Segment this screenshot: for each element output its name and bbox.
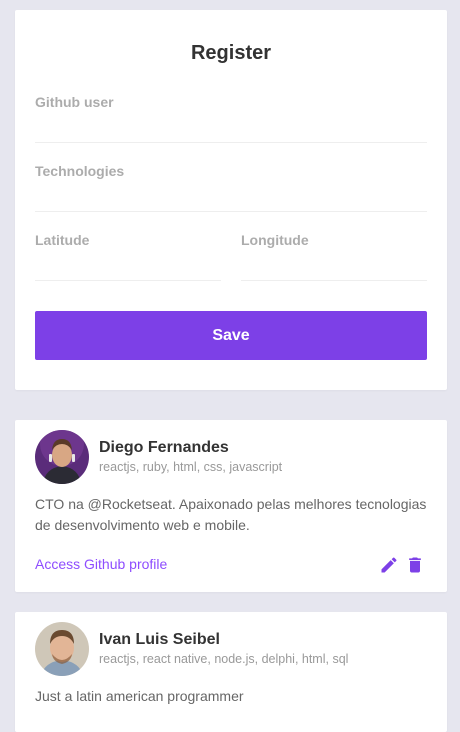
latitude-input[interactable] [35, 252, 221, 276]
dev-bio: CTO na @Rocketseat. Apaixonado pelas mel… [35, 496, 427, 533]
longitude-label: Longitude [241, 232, 309, 248]
github-user-input[interactable] [35, 114, 427, 138]
dev-techs: reactjs, ruby, html, css, javascript [99, 460, 283, 474]
dev-name: Diego Fernandes [99, 439, 229, 456]
register-card: Register Github user Technologies Latitu… [15, 10, 447, 390]
save-button[interactable]: Save [35, 311, 427, 360]
latitude-underline [35, 280, 221, 281]
github-user-underline [35, 142, 427, 143]
register-title: Register [190, 42, 272, 64]
dev-card: Diego Fernandes reactjs, ruby, html, css… [15, 420, 447, 592]
latitude-field[interactable]: Latitude [35, 232, 221, 282]
technologies-underline [35, 211, 427, 212]
github-profile-link[interactable]: Access Github profile [35, 556, 167, 572]
dev-bio: Just a latin american programmer [35, 688, 244, 704]
avatar [35, 430, 89, 484]
edit-icon[interactable] [379, 555, 399, 575]
longitude-input[interactable] [241, 252, 427, 276]
github-user-field[interactable]: Github user [35, 94, 427, 144]
dev-actions [379, 555, 425, 575]
longitude-underline [241, 280, 427, 281]
latitude-label: Latitude [35, 232, 90, 248]
dev-techs: reactjs, react native, node.js, delphi, … [99, 652, 349, 666]
longitude-field[interactable]: Longitude [241, 232, 427, 282]
technologies-field[interactable]: Technologies [35, 163, 427, 213]
dev-name: Ivan Luis Seibel [99, 631, 220, 648]
technologies-input[interactable] [35, 183, 427, 207]
trash-icon[interactable] [405, 555, 425, 575]
avatar [35, 622, 89, 676]
github-user-label: Github user [35, 94, 114, 110]
dev-card: Ivan Luis Seibel reactjs, react native, … [15, 612, 447, 732]
technologies-label: Technologies [35, 163, 125, 179]
